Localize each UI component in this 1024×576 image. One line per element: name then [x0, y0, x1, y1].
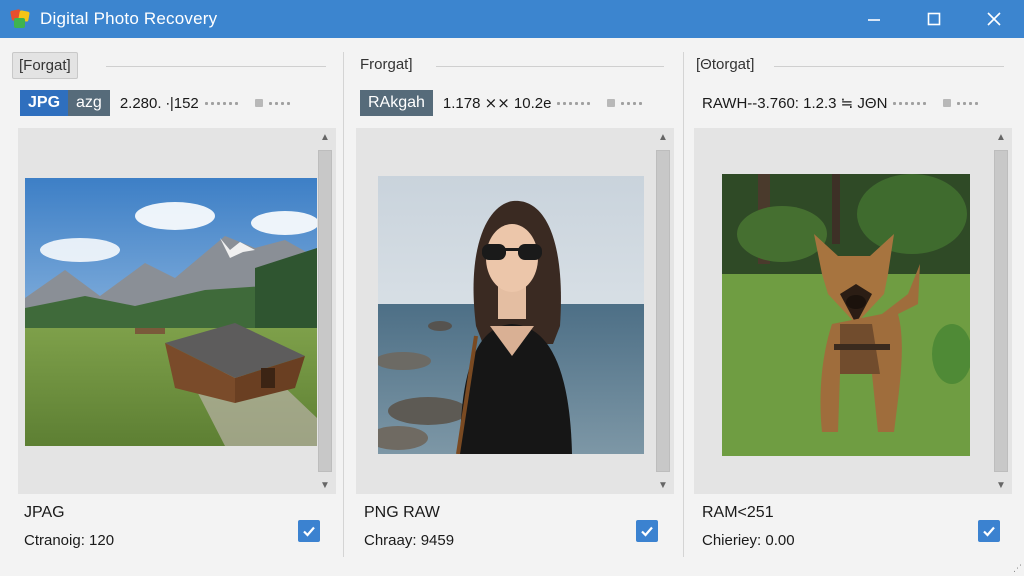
vertical-scrollbar[interactable]: ▲ ▼ [314, 128, 336, 494]
panel-header-label[interactable]: [Θtorgat] [690, 52, 760, 77]
file-info-text: Chieriey: 0.00 [702, 532, 795, 549]
panel-meta-row: RAkgah 1.178 ⨯⨯ 10.2e [360, 90, 645, 116]
scroll-down-icon[interactable]: ▼ [658, 480, 668, 491]
select-checkbox[interactable] [298, 520, 320, 542]
maximize-icon [927, 12, 941, 26]
file-type-caption: JPAG [24, 504, 65, 521]
panel-meta-row: RAWH--3.760: 1.2.3 ≒ JΘN [702, 90, 981, 116]
file-meta-text: RAWH--3.760: 1.2.3 ≒ JΘN [702, 95, 888, 112]
window-controls [844, 0, 1024, 38]
checkmark-icon [983, 526, 995, 537]
minimize-button[interactable] [844, 0, 904, 38]
photo-panel-2: Frorgat] RAkgah 1.178 ⨯⨯ 10.2e ▲ ▼ PNG R… [342, 40, 684, 560]
close-icon [987, 12, 1001, 26]
image-viewer: ▲ ▼ [356, 128, 674, 494]
image-viewer: ▲ ▼ [18, 128, 336, 494]
checkmark-icon [303, 526, 315, 537]
panel-meta-row: JPG azg 2.280. ∙|152 [20, 90, 293, 116]
scroll-up-icon[interactable]: ▲ [658, 132, 668, 143]
checkmark-icon [641, 526, 653, 537]
recovered-photo[interactable] [378, 176, 644, 454]
minimize-icon [868, 19, 880, 21]
vertical-scrollbar[interactable]: ▲ ▼ [990, 128, 1012, 494]
file-info-text: Ctranoig: 120 [24, 532, 115, 549]
resize-grip-icon[interactable]: ⋰ [1013, 563, 1022, 574]
select-checkbox[interactable] [636, 520, 658, 542]
title-bar: Digital Photo Recovery [0, 0, 1024, 38]
format-badge-secondary[interactable]: azg [68, 90, 110, 116]
scroll-thumb[interactable] [656, 150, 670, 472]
file-meta-text: 2.280. ∙|152 [119, 94, 199, 112]
recovered-photo[interactable] [25, 178, 317, 446]
meta-dots [204, 99, 293, 107]
scroll-thumb[interactable] [318, 150, 332, 472]
format-badge[interactable]: JPG [20, 90, 69, 116]
recovered-photo[interactable] [722, 174, 970, 456]
photo-app-icon [10, 8, 32, 30]
scroll-up-icon[interactable]: ▲ [320, 132, 330, 143]
image-viewer: ▲ ▼ [694, 128, 1012, 494]
file-type-caption: PNG RAW [364, 504, 440, 521]
format-badge[interactable]: RAkgah [360, 90, 433, 116]
vertical-scrollbar[interactable]: ▲ ▼ [652, 128, 674, 494]
photo-panel-3: [Θtorgat] RAWH--3.760: 1.2.3 ≒ JΘN ▲ ▼ R… [682, 40, 1024, 560]
file-meta-text: 1.178 ⨯⨯ 10.2e [442, 95, 552, 112]
file-info-text: Chraay: 9459 [364, 532, 455, 549]
window-title: Digital Photo Recovery [40, 9, 218, 28]
panel-header-label[interactable]: [Forgat] [12, 52, 78, 79]
photo-panel-1: [Forgat] JPG azg 2.280. ∙|152 ▲ ▼ JPAG C… [0, 40, 344, 560]
meta-dots [893, 99, 981, 107]
maximize-button[interactable] [904, 0, 964, 38]
file-type-caption: RAM<251 [702, 504, 774, 521]
scroll-thumb[interactable] [994, 150, 1008, 472]
app-window: Digital Photo Recovery [Forgat] JPG azg … [0, 0, 1024, 576]
select-checkbox[interactable] [978, 520, 1000, 542]
close-button[interactable] [964, 0, 1024, 38]
scroll-down-icon[interactable]: ▼ [320, 480, 330, 491]
meta-dots [557, 99, 645, 107]
scroll-up-icon[interactable]: ▲ [996, 132, 1006, 143]
panel-header-label[interactable]: Frorgat] [354, 52, 419, 77]
scroll-down-icon[interactable]: ▼ [996, 480, 1006, 491]
